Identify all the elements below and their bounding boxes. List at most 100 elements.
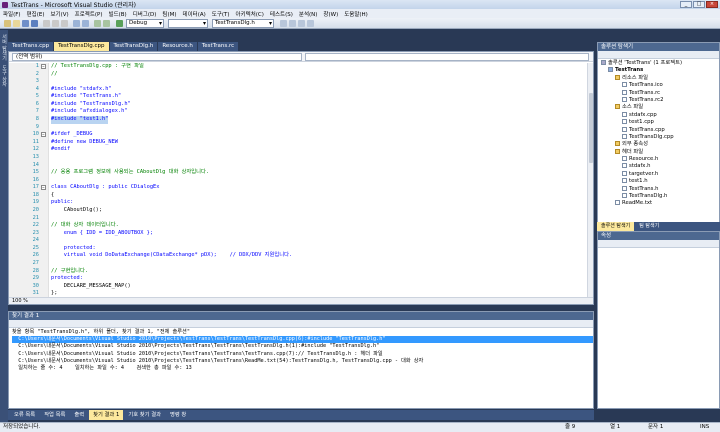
- editor-vertical-scrollbar[interactable]: [587, 63, 593, 297]
- code-line[interactable]: 22 // 대화 상자 데이터입니다.: [9, 222, 593, 230]
- paste-icon[interactable]: [61, 20, 68, 27]
- find-result-line[interactable]: C:\Users\내문서\Documents\Visual Studio 201…: [12, 343, 593, 350]
- code-line[interactable]: 2 //: [9, 71, 593, 79]
- redo-icon[interactable]: [82, 20, 89, 27]
- open-file-icon[interactable]: [13, 20, 20, 27]
- code-line[interactable]: 10− #ifdef _DEBUG: [9, 131, 593, 139]
- menu-data[interactable]: 데이터(A): [183, 10, 206, 18]
- menu-architecture[interactable]: 아키텍처(C): [236, 10, 264, 18]
- code-line[interactable]: 21: [9, 215, 593, 223]
- undo-icon[interactable]: [73, 20, 80, 27]
- toolbox-icon[interactable]: [307, 20, 314, 27]
- zoom-level[interactable]: 100 %: [12, 298, 28, 304]
- save-icon[interactable]: [22, 20, 29, 27]
- code-line[interactable]: 1−// TestTransDlg.cpp : 구현 파일: [9, 63, 593, 71]
- code-line[interactable]: 19 public:: [9, 199, 593, 207]
- code-line[interactable]: 31};: [9, 290, 593, 297]
- toolbox-tab[interactable]: 도구 상자: [1, 65, 8, 87]
- solution-tree-item[interactable]: 외부 종속성: [598, 141, 719, 148]
- code-line[interactable]: 3: [9, 78, 593, 86]
- tab-find-symbol-results[interactable]: 기호 찾기 결과: [124, 410, 165, 420]
- code-line[interactable]: 11 #define new DEBUG_NEW: [9, 139, 593, 147]
- solution-tree-item[interactable]: stdafx.cpp: [598, 111, 719, 119]
- code-lines[interactable]: 1−// TestTransDlg.cpp : 구현 파일 2//3 4 #inclu…: [9, 63, 593, 297]
- solution-tree-item[interactable]: TestTransDlg.h: [598, 193, 719, 200]
- new-project-icon[interactable]: [4, 20, 11, 27]
- member-select[interactable]: [305, 53, 589, 61]
- code-line[interactable]: 24: [9, 237, 593, 245]
- code-text[interactable]: #define new DEBUG_NEW: [51, 139, 118, 147]
- close-button[interactable]: ×: [706, 1, 718, 8]
- tab-testtrans-cpp[interactable]: TestTrans.cpp: [8, 42, 54, 51]
- solution-tree-item[interactable]: TestTrans.rc2: [598, 96, 719, 104]
- solution-tree-item[interactable]: stdafx.h: [598, 163, 719, 170]
- menu-project[interactable]: 프로젝트(P): [75, 10, 103, 18]
- menu-team[interactable]: 팀(M): [162, 10, 176, 18]
- code-line[interactable]: 30 DECLARE_MESSAGE_MAP(): [9, 283, 593, 291]
- code-line[interactable]: 7 #include "afxdialogex.h": [9, 108, 593, 116]
- solution-tree-item[interactable]: 소스 파일: [598, 104, 719, 111]
- menu-edit[interactable]: 편집(E): [27, 10, 45, 18]
- find-result-line[interactable]: C:\Users\내문서\Documents\Visual Studio 201…: [12, 351, 593, 358]
- code-text[interactable]: // 구현입니다.: [51, 268, 88, 276]
- code-text[interactable]: virtual void DoDataExchange(CDataExchang…: [51, 252, 292, 260]
- tab-command-window[interactable]: 명령 창: [166, 410, 190, 420]
- solution-platform-select[interactable]: [168, 19, 208, 28]
- code-text[interactable]: protected:: [51, 275, 83, 283]
- code-text[interactable]: #ifdef _DEBUG: [51, 131, 92, 139]
- solution-tree-item[interactable]: TestTrans.cpp: [598, 126, 719, 134]
- code-line[interactable]: 4 #include "stdafx.h": [9, 86, 593, 94]
- copy-icon[interactable]: [52, 20, 59, 27]
- solution-tree-item[interactable]: test1.h: [598, 178, 719, 185]
- code-text[interactable]: DECLARE_MESSAGE_MAP(): [51, 283, 131, 291]
- solution-tree-item[interactable]: 헤더 파일: [598, 148, 719, 156]
- menu-build[interactable]: 빌드(B): [109, 10, 127, 18]
- code-line[interactable]: 27: [9, 260, 593, 268]
- solution-config-select[interactable]: Debug: [126, 19, 164, 28]
- solution-tree[interactable]: 솔루션 'TestTrans' (1 프로젝트) TestTrans 리소스 파일 T…: [598, 59, 719, 208]
- maximize-button[interactable]: □: [693, 1, 705, 8]
- solution-tree-item[interactable]: TestTrans: [598, 67, 719, 74]
- code-line[interactable]: 15 // 응용 프로그램 정보에 사용되는 CAboutDlg 대화 상자입니다…: [9, 169, 593, 177]
- tab-testtrans-rc[interactable]: TestTrans.rc: [197, 42, 239, 51]
- tab-task-list[interactable]: 작업 목록: [40, 410, 69, 420]
- tab-output[interactable]: 출력: [70, 410, 88, 420]
- code-line[interactable]: 13: [9, 154, 593, 162]
- menu-test[interactable]: 테스트(S): [270, 10, 293, 18]
- minimize-button[interactable]: _: [680, 1, 692, 8]
- navigate-forward-icon[interactable]: [103, 20, 110, 27]
- code-text[interactable]: public:: [51, 199, 73, 207]
- save-all-icon[interactable]: [31, 20, 38, 27]
- solution-tree-item[interactable]: TestTransDlg.cpp: [598, 133, 719, 141]
- scroll-thumb[interactable]: [589, 93, 593, 163]
- find-result-line[interactable]: C:\Users\내문서\Documents\Visual Studio 201…: [12, 358, 593, 365]
- code-text[interactable]: #include "TestTransDlg.h": [51, 101, 131, 109]
- solution-explorer-icon[interactable]: [289, 20, 296, 27]
- tab-resource-h[interactable]: Resource.h: [158, 42, 197, 51]
- tab-solution-explorer[interactable]: 솔루션 탐색기: [597, 222, 635, 231]
- code-line[interactable]: 26 virtual void DoDataExchange(CDataExch…: [9, 252, 593, 260]
- code-text[interactable]: enum { IDD = IDD_ABOUTBOX };: [51, 230, 153, 238]
- code-text[interactable]: #include "TestTrans.h": [51, 93, 121, 101]
- menu-file[interactable]: 파일(F): [3, 10, 21, 18]
- cut-icon[interactable]: [43, 20, 50, 27]
- solution-tree-item[interactable]: Resource.h: [598, 156, 719, 163]
- solution-tree-item[interactable]: TestTrans.rc: [598, 89, 719, 97]
- code-line[interactable]: 29 protected:: [9, 275, 593, 283]
- code-line[interactable]: 16: [9, 177, 593, 185]
- code-line[interactable]: 18 {: [9, 192, 593, 200]
- code-text[interactable]: CAboutDlg();: [51, 207, 102, 215]
- menu-analyze[interactable]: 분석(N): [299, 10, 318, 18]
- tab-team-explorer[interactable]: 팀 탐색기: [635, 222, 663, 231]
- code-text[interactable]: // 대화 상자 데이터입니다.: [51, 222, 119, 230]
- tab-testtransdlg-h[interactable]: TestTransDlg.h: [109, 42, 158, 51]
- find-in-files-icon[interactable]: [280, 20, 287, 27]
- tab-find-results-1[interactable]: 찾기 결과 1: [89, 410, 124, 420]
- server-explorer-tab[interactable]: 서버 탐색기: [1, 34, 8, 61]
- code-line[interactable]: 6 #include "TestTransDlg.h": [9, 101, 593, 109]
- code-line[interactable]: 8 #include "test1.h": [9, 116, 593, 124]
- menu-tools[interactable]: 도구(T): [212, 10, 230, 18]
- collapse-outline-icon[interactable]: −: [41, 64, 46, 69]
- code-editor[interactable]: (전역 범위) 1−// TestTransDlg.cpp : 구현 파일 2//…: [8, 51, 594, 305]
- start-debug-icon[interactable]: [116, 20, 123, 27]
